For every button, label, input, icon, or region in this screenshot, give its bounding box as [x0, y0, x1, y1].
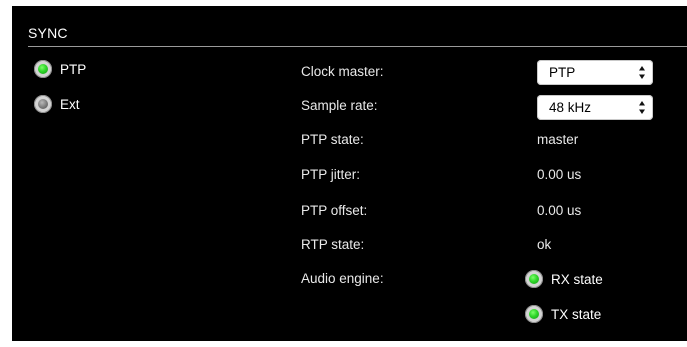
tx-state-label: TX state [551, 306, 602, 322]
select-arrows-icon [639, 66, 645, 79]
clock-master-label: Clock master: [301, 64, 384, 79]
clock-master-value: PTP [549, 65, 576, 80]
ptp-offset-value: 0.00 us [537, 203, 582, 218]
ptp-state-value: master [537, 132, 579, 147]
ptp-offset-label: PTP offset: [301, 203, 368, 218]
status-led-icon [525, 305, 543, 323]
sync-source-ptp-label: PTP [60, 61, 87, 77]
sample-rate-select[interactable]: 48 kHz [537, 95, 653, 120]
ptp-state-label: PTP state: [301, 132, 364, 147]
sample-rate-label: Sample rate: [301, 98, 378, 113]
status-led-icon [525, 270, 543, 288]
rx-state-indicator: RX state [525, 270, 603, 288]
radio-selected-icon[interactable] [34, 60, 52, 78]
tx-state-indicator: TX state [525, 305, 601, 323]
sync-panel: SYNC PTP Ext Clock master: PTP Sample ra… [12, 6, 687, 341]
section-title: SYNC [28, 25, 68, 41]
sync-source-ext-label: Ext [60, 96, 80, 112]
clock-master-select[interactable]: PTP [537, 60, 653, 85]
sample-rate-value: 48 kHz [549, 100, 592, 115]
ptp-jitter-value: 0.00 us [537, 167, 582, 182]
rtp-state-value: ok [537, 237, 552, 252]
sync-source-ptp[interactable]: PTP [34, 60, 86, 78]
select-arrows-icon [639, 101, 645, 114]
rx-state-label: RX state [551, 271, 603, 287]
ptp-jitter-label: PTP jitter: [301, 167, 361, 182]
section-divider [28, 46, 687, 47]
radio-unselected-icon[interactable] [34, 95, 52, 113]
sync-source-ext[interactable]: Ext [34, 95, 80, 113]
audio-engine-label: Audio engine: [301, 271, 384, 286]
rtp-state-label: RTP state: [301, 237, 365, 252]
